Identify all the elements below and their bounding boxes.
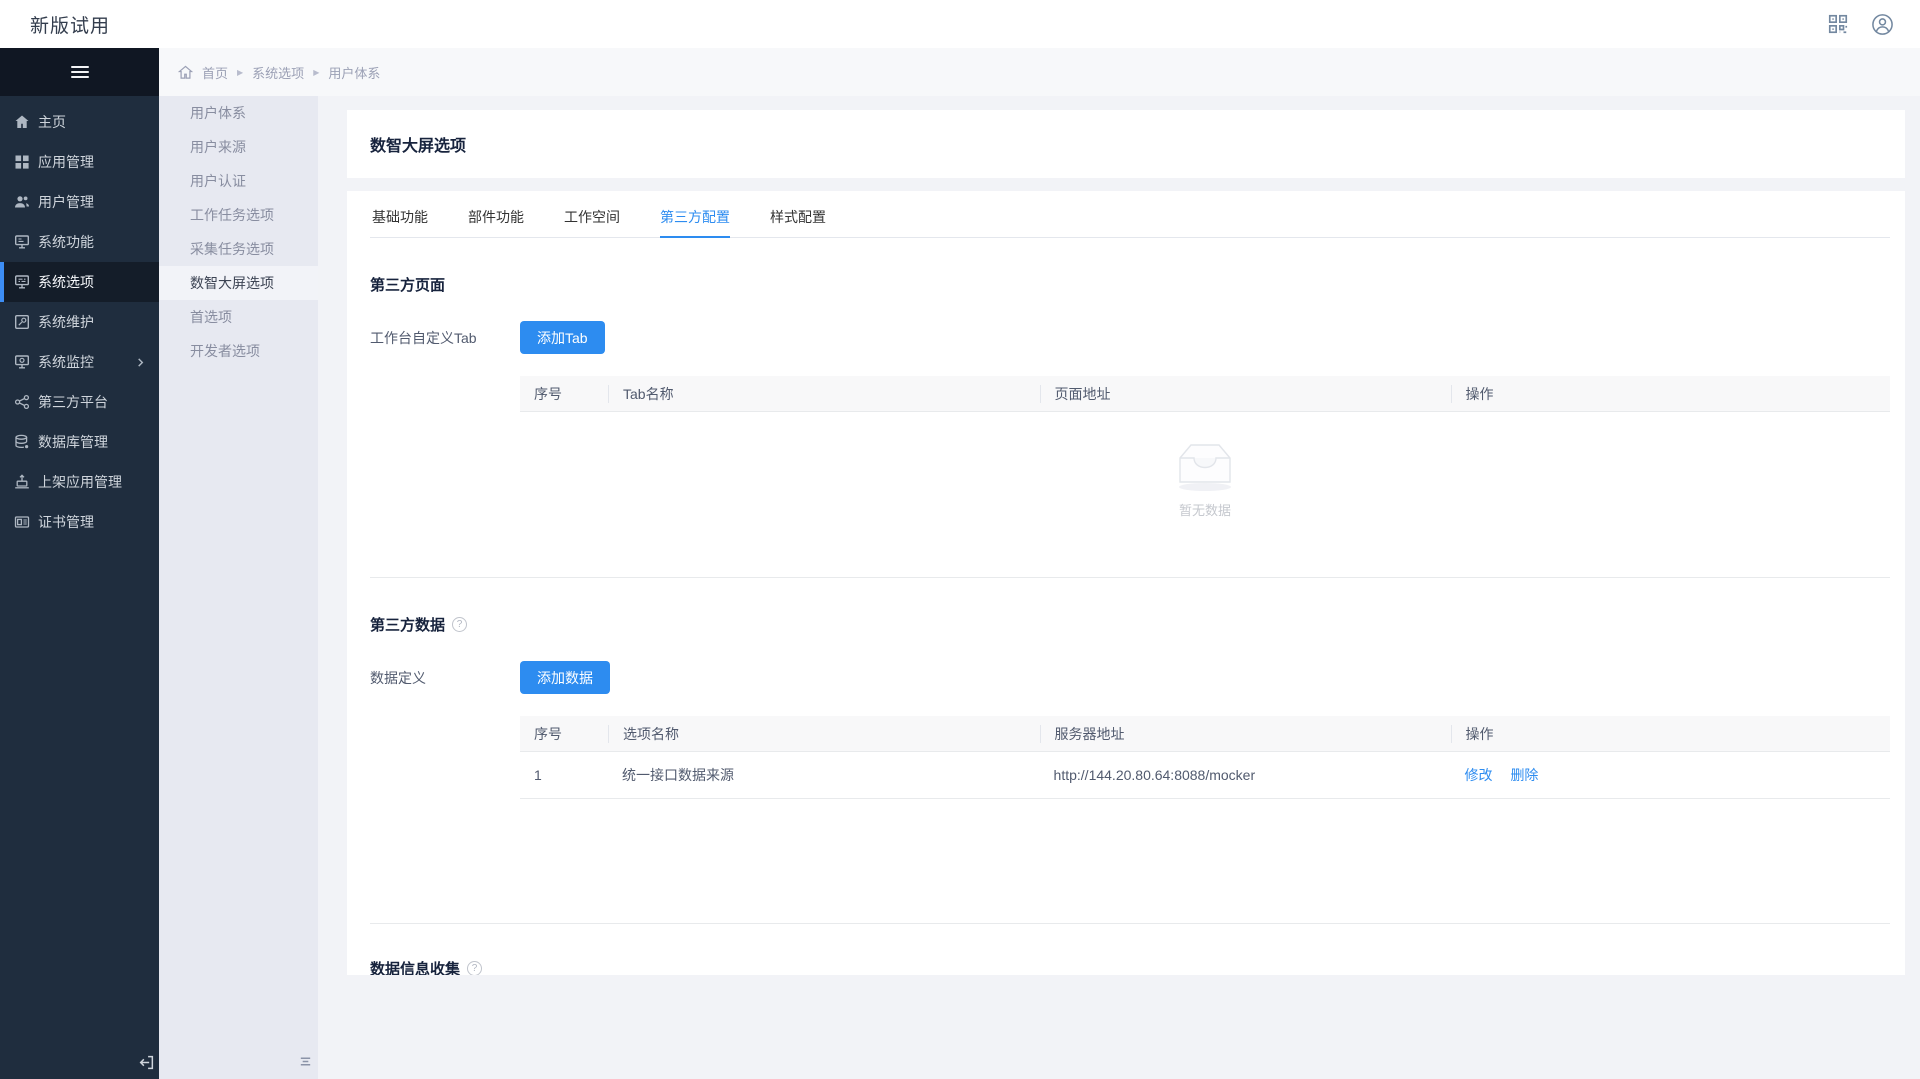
sidebar-item-system-functions[interactable]: 系统功能 [0,222,159,262]
submenu-item-bigscreen-options[interactable]: 数智大屏选项 [159,266,318,300]
custom-tab-table: 序号 Tab名称 页面地址 操作 [520,376,1890,547]
share-nodes-icon [14,394,30,410]
chevron-right-icon [136,358,145,367]
submenu-resize-icon[interactable] [298,1054,313,1069]
add-data-button[interactable]: 添加数据 [520,661,610,694]
user-avatar-icon[interactable] [1871,13,1894,36]
sidebar-item-label: 第三方平台 [38,392,108,412]
users-icon [14,194,30,210]
sidebar-item-system-maintenance[interactable]: 系统维护 [0,302,159,342]
tab-third-party-config[interactable]: 第三方配置 [660,201,730,237]
apps-grid-icon [14,154,30,170]
cell-server-url: http://144.20.80.64:8088/mocker [1040,767,1451,783]
tab-widget-functions[interactable]: 部件功能 [468,201,524,237]
data-source-table: 序号 选项名称 服务器地址 操作 1 统一接口数据来源 http://144.2… [520,716,1890,799]
table-header-actions: 操作 [1451,385,1890,403]
section-divider [370,923,1890,924]
submenu-item-developer-options[interactable]: 开发者选项 [159,334,318,368]
submenu-item-user-system[interactable]: 用户体系 [159,96,318,130]
breadcrumb-home-icon[interactable] [178,65,193,80]
upload-app-icon [14,474,30,490]
sidebar: 主页 应用管理 用户管理 系统功能 系统选项 系统维护 [0,48,159,1079]
edit-link[interactable]: 修改 [1465,767,1493,783]
table-header-option-name: 选项名称 [608,725,1040,743]
tab-workspace[interactable]: 工作空间 [564,201,620,237]
add-tab-button[interactable]: 添加Tab [520,321,605,354]
sidebar-item-label: 系统选项 [38,272,94,292]
field-label-custom-tab: 工作台自定义Tab [370,321,520,547]
table-header-tab-name: Tab名称 [608,385,1040,403]
breadcrumb-item-system-options[interactable]: 系统选项 [252,63,304,82]
help-icon[interactable]: ? [467,961,482,975]
sidebar-item-app-management[interactable]: 应用管理 [0,142,159,182]
sidebar-item-label: 用户管理 [38,192,94,212]
cell-option-name: 统一接口数据来源 [608,765,1040,785]
breadcrumb-item-home[interactable]: 首页 [202,63,228,82]
breadcrumb-separator-icon: ▶ [313,68,319,77]
table-header-page-url: 页面地址 [1040,385,1451,403]
content-card: 基础功能 部件功能 工作空间 第三方配置 样式配置 第三方页面 工作台自定义Ta… [347,191,1905,975]
submenu-item-collect-task-options[interactable]: 采集任务选项 [159,232,318,266]
submenu-item-user-source[interactable]: 用户来源 [159,130,318,164]
submenu-item-preferences[interactable]: 首选项 [159,300,318,334]
topbar: 新版试用 [0,0,1920,48]
home-icon [14,114,30,130]
submenu-item-user-auth[interactable]: 用户认证 [159,164,318,198]
certificate-icon [14,514,30,530]
breadcrumb-separator-icon: ▶ [237,68,243,77]
collapse-sidebar-icon[interactable] [138,1054,155,1071]
tab-bar: 基础功能 部件功能 工作空间 第三方配置 样式配置 [370,201,1890,238]
section-title-data-collection: 数据信息收集 [370,958,460,975]
sidebar-item-home[interactable]: 主页 [0,102,159,142]
sidebar-item-system-monitor[interactable]: 系统监控 [0,342,159,382]
field-label-data-definition: 数据定义 [370,661,520,799]
sidebar-item-database-management[interactable]: 数据库管理 [0,422,159,462]
submenu-item-work-task-options[interactable]: 工作任务选项 [159,198,318,232]
tab-basic-functions[interactable]: 基础功能 [372,201,428,237]
table-header-index: 序号 [520,384,608,404]
empty-state-text: 暂无数据 [1179,500,1231,519]
sidebar-item-label: 证书管理 [38,512,94,532]
sidebar-item-app-publish-management[interactable]: 上架应用管理 [0,462,159,502]
table-header-actions: 操作 [1451,725,1890,743]
table-row: 1 统一接口数据来源 http://144.20.80.64:8088/mock… [520,752,1890,799]
table-header-server-url: 服务器地址 [1040,725,1451,743]
system-options-icon [14,274,30,290]
empty-inbox-icon [1169,440,1241,492]
sidebar-toggle-button[interactable] [0,48,159,96]
main-content: 数智大屏选项 基础功能 部件功能 工作空间 第三方配置 样式配置 第三方页面 [318,96,1920,1079]
tab-style-config[interactable]: 样式配置 [770,201,826,237]
section-title-third-party-page: 第三方页面 [370,274,445,295]
sidebar-item-label: 系统功能 [38,232,94,252]
monitor-icon [14,354,30,370]
submenu-sidebar: 用户体系 用户来源 用户认证 工作任务选项 采集任务选项 数智大屏选项 首选项 … [159,96,318,1079]
sidebar-item-certificate-management[interactable]: 证书管理 [0,502,159,542]
table-header-index: 序号 [520,724,608,744]
empty-state: 暂无数据 [520,412,1890,547]
maintenance-icon [14,314,30,330]
sidebar-item-system-options[interactable]: 系统选项 [0,262,159,302]
sidebar-item-label: 数据库管理 [38,432,108,452]
app-brand: 新版试用 [30,11,110,38]
section-divider [370,577,1890,578]
sidebar-item-label: 系统维护 [38,312,94,332]
breadcrumb: 首页 ▶ 系统选项 ▶ 用户体系 [159,48,1920,96]
sidebar-item-third-party-platform[interactable]: 第三方平台 [0,382,159,422]
sidebar-item-label: 上架应用管理 [38,472,122,492]
breadcrumb-item-user-system[interactable]: 用户体系 [328,63,380,82]
sidebar-item-user-management[interactable]: 用户管理 [0,182,159,222]
sidebar-item-label: 系统监控 [38,352,94,372]
delete-link[interactable]: 删除 [1510,767,1538,783]
help-icon[interactable]: ? [452,617,467,632]
cell-index: 1 [520,767,608,783]
sidebar-item-label: 应用管理 [38,152,94,172]
database-icon [14,434,30,450]
hamburger-icon [71,63,89,81]
section-title-third-party-data: 第三方数据 [370,614,445,635]
page-title: 数智大屏选项 [370,132,466,156]
system-functions-icon [14,234,30,250]
qr-code-icon[interactable] [1827,13,1849,35]
sidebar-item-label: 主页 [38,112,66,132]
